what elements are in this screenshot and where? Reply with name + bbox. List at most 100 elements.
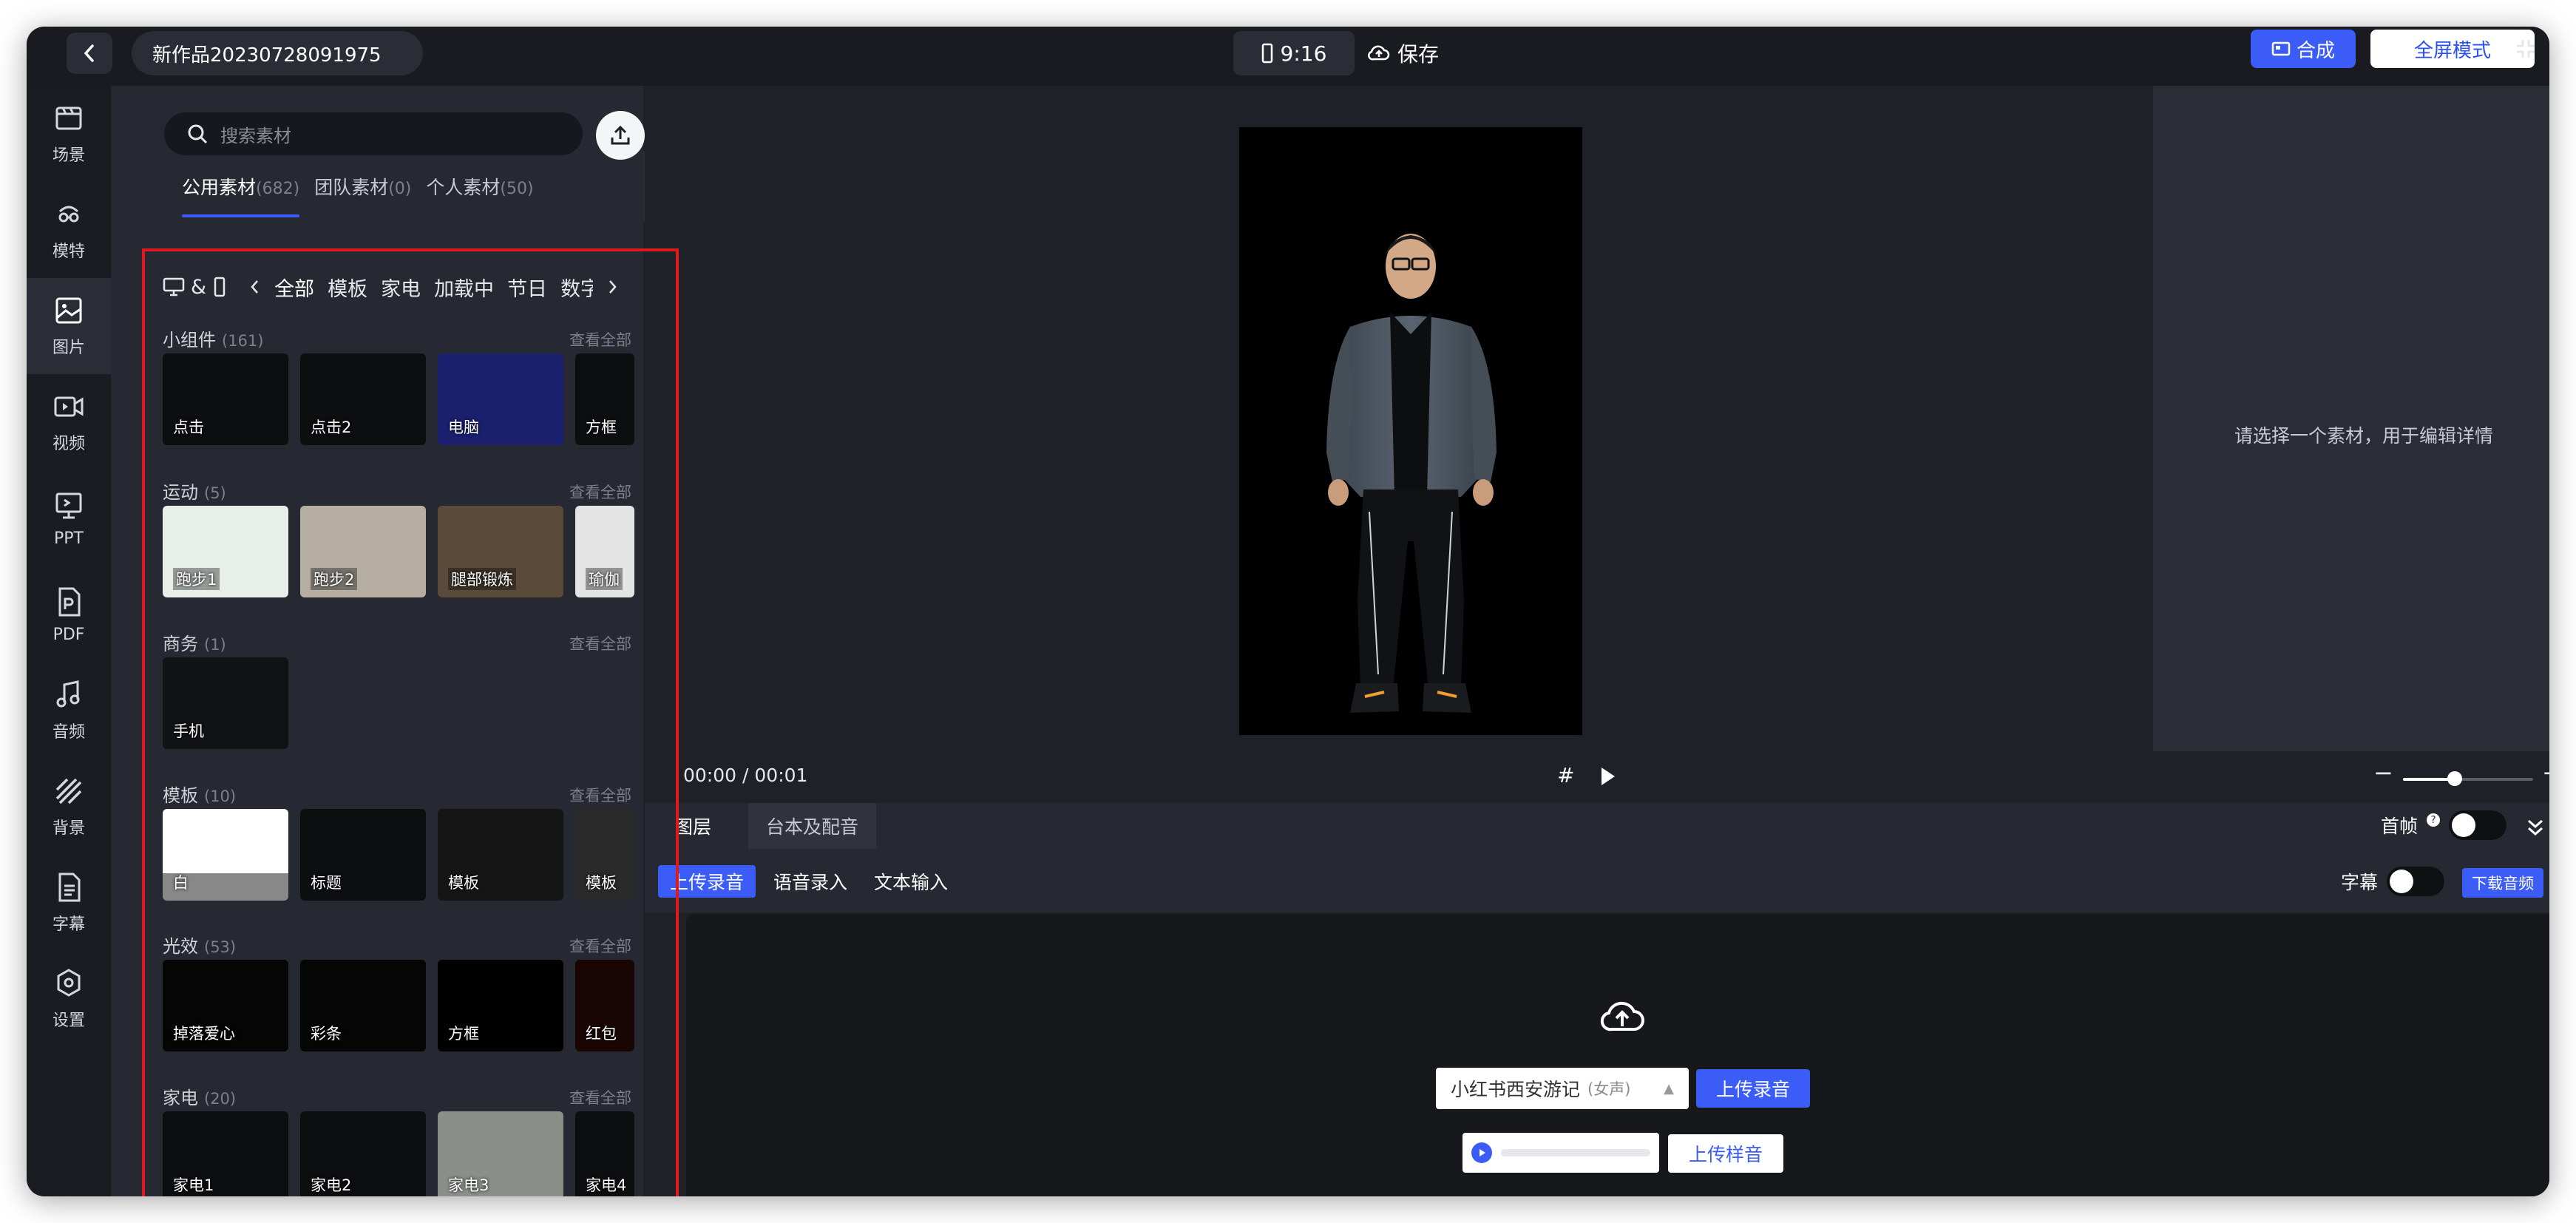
tab-personal-assets[interactable]: 个人素材(50) (426, 173, 533, 217)
view-all-link[interactable]: 查看全部 (569, 632, 631, 654)
asset-thumbnail[interactable]: 跑步1 (163, 506, 288, 597)
asset-thumbnail[interactable]: 跑步2 (300, 506, 426, 597)
view-all-link[interactable]: 查看全部 (569, 481, 631, 503)
subtitle-icon (58, 873, 81, 902)
tab-layers[interactable]: 图层 (657, 803, 729, 849)
chevron-left-icon[interactable] (249, 279, 261, 295)
tab-voice-input[interactable]: 语音录入 (773, 865, 847, 898)
cloud-upload-icon[interactable] (1599, 995, 1646, 1037)
aspect-ratio-selector[interactable]: 9:16 (1233, 31, 1355, 75)
nav-item-audio[interactable]: 音频 (27, 663, 111, 759)
view-all-link[interactable]: 查看全部 (569, 1086, 631, 1108)
nav-item-background[interactable]: 背景 (27, 759, 111, 855)
subtitle-label: 字幕 (2341, 872, 2379, 893)
zoom-out-button[interactable]: − (2373, 759, 2393, 787)
audio-progress-bar[interactable] (1501, 1149, 1650, 1156)
exit-fullscreen-icon[interactable] (2514, 37, 2538, 61)
nav-item-settings[interactable]: 设置 (27, 951, 111, 1047)
caret-up-icon: ▲ (1664, 1080, 1674, 1097)
play-icon[interactable] (1471, 1142, 1492, 1163)
nav-label: 场景 (52, 146, 85, 165)
asset-thumbnail[interactable]: 腿部锻炼 (438, 506, 563, 597)
asset-thumbnail[interactable]: 模板 (575, 809, 634, 901)
asset-label: 家电1 (173, 1176, 214, 1194)
sample-audio-player[interactable] (1462, 1133, 1659, 1173)
asset-thumbnail[interactable]: 方框 (575, 353, 634, 445)
nav-item-image[interactable]: 图片 (27, 278, 111, 374)
tab-script-voiceover[interactable]: 台本及配音 (748, 803, 877, 849)
chevron-right-icon[interactable] (606, 279, 618, 295)
nav-item-model[interactable]: 模特 (27, 182, 111, 278)
double-chevron-down-icon[interactable] (2524, 816, 2546, 839)
nav-item-ppt[interactable]: PPT (27, 470, 111, 566)
category-template[interactable]: 模板 (328, 273, 367, 302)
fullscreen-mode-button[interactable]: 全屏模式 (2370, 30, 2535, 68)
asset-thumbnail[interactable]: 点击 (163, 353, 288, 445)
asset-label: 家电3 (448, 1176, 489, 1194)
tab-public-assets[interactable]: 公用素材(682) (182, 173, 300, 217)
view-all-link[interactable]: 查看全部 (569, 935, 631, 957)
search-input[interactable]: 搜索素材 (164, 112, 583, 155)
asset-thumbnail[interactable]: 家电1 (163, 1111, 288, 1196)
category-holiday[interactable]: 节日 (507, 273, 547, 302)
upload-icon (611, 125, 630, 145)
asset-thumbnail[interactable]: 家电4 (575, 1111, 634, 1196)
video-preview[interactable] (1239, 127, 1582, 735)
asset-thumbnail[interactable]: 模板 (438, 809, 563, 901)
time-display: 00:00 / 00:01 (683, 765, 807, 786)
back-button[interactable] (67, 33, 112, 74)
background-icon (55, 778, 82, 804)
toggle-knob (2390, 870, 2414, 893)
first-frame-toggle[interactable] (2449, 810, 2507, 840)
upload-sample-button[interactable]: 上传样音 (1668, 1134, 1783, 1173)
subtitle-toggle[interactable] (2387, 867, 2445, 896)
tab-upload-recording[interactable]: 上传录音 (658, 865, 756, 898)
zoom-slider-handle[interactable] (2447, 771, 2462, 786)
save-button[interactable]: 保存 (1368, 31, 1439, 75)
nav-item-pdf[interactable]: PDF (27, 566, 111, 663)
zoom-in-button[interactable]: + (2542, 759, 2549, 787)
asset-thumbnail[interactable]: 方框 (438, 960, 563, 1051)
search-icon (188, 124, 208, 144)
upload-asset-button[interactable] (596, 111, 645, 160)
desktop-icon[interactable] (163, 277, 185, 297)
asset-thumbnail[interactable]: 白 (163, 809, 288, 901)
asset-thumbnail[interactable]: 红包 (575, 960, 634, 1051)
asset-thumbnail[interactable]: 电脑 (438, 353, 563, 445)
asset-label: 家电2 (311, 1176, 352, 1194)
nav-item-video[interactable]: 视频 (27, 374, 111, 470)
left-navigation: 场景 模特 图片 视频 PPT PDF 音频 背景 字幕 设置 (27, 86, 111, 1196)
voice-select[interactable]: 小红书西安游记 (女声) ▲ (1436, 1068, 1689, 1109)
help-icon[interactable]: ? (2427, 813, 2441, 827)
phone-icon[interactable] (214, 277, 226, 297)
asset-thumbnail[interactable]: 掉落爱心 (163, 960, 288, 1051)
category-loading[interactable]: 加载中 (434, 273, 494, 302)
asset-thumbnail[interactable]: 标题 (300, 809, 426, 901)
asset-thumbnail[interactable]: 家电3 (438, 1111, 563, 1196)
asset-thumbnail[interactable]: 彩条 (300, 960, 426, 1051)
tab-team-assets[interactable]: 团队素材(0) (314, 173, 411, 217)
grid-toggle[interactable]: # (1557, 763, 1574, 787)
view-all-link[interactable]: 查看全部 (569, 784, 631, 806)
category-digital[interactable]: 数字 (560, 273, 593, 302)
settings-icon (57, 969, 81, 997)
nav-label: 图片 (52, 339, 85, 357)
project-title[interactable]: 新作品20230728091975 (132, 31, 423, 75)
asset-thumbnail[interactable]: 点击2 (300, 353, 426, 445)
play-icon[interactable] (1599, 766, 1616, 787)
asset-thumbnail[interactable]: 家电2 (300, 1111, 426, 1196)
section-title: 运动 (5) (163, 482, 226, 503)
nav-item-subtitle[interactable]: 字幕 (27, 855, 111, 951)
upload-recording-button[interactable]: 上传录音 (1696, 1069, 1810, 1108)
asset-thumbnail[interactable]: 手机 (163, 657, 288, 749)
compose-button[interactable]: 合成 (2251, 30, 2356, 68)
nav-item-scene[interactable]: 场景 (27, 86, 111, 182)
category-appliance[interactable]: 家电 (381, 273, 421, 302)
tab-text-input[interactable]: 文本输入 (874, 865, 948, 898)
asset-thumbnail[interactable]: 瑜伽 (575, 506, 634, 597)
category-all[interactable]: 全部 (274, 273, 314, 302)
scene-icon (55, 106, 82, 130)
time-separator: / (742, 765, 749, 786)
download-audio-button[interactable]: 下载音频 (2462, 868, 2543, 898)
view-all-link[interactable]: 查看全部 (569, 328, 631, 350)
